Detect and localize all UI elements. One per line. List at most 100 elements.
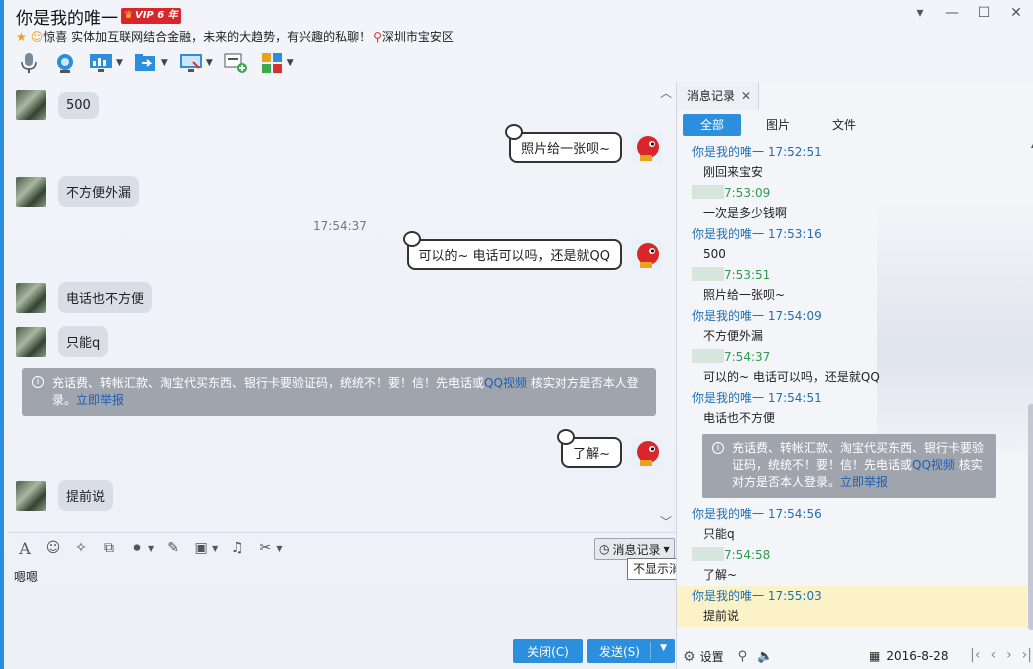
edit-icon[interactable]: ✎ [164, 539, 182, 557]
chevron-down-icon[interactable]: ▼ [161, 58, 168, 68]
record-time: 17:54:09 [767, 309, 822, 323]
music-icon[interactable]: ♫ [228, 539, 246, 557]
record-text: 了解~ [703, 568, 738, 582]
record-time: 17:53:16 [767, 227, 822, 241]
date-picker[interactable]: ▦ 2016-8-28 [869, 649, 948, 663]
message-bubble: 不方便外漏 [58, 176, 140, 207]
info-icon: i [712, 442, 724, 454]
chevron-down-icon[interactable]: ▼ [276, 544, 282, 553]
filter-files[interactable]: 文件 [815, 114, 873, 136]
gear-icon[interactable]: ⚙ [683, 649, 696, 665]
self-avatar[interactable] [632, 132, 662, 163]
video-verify-link[interactable]: QQ视频 [484, 376, 527, 390]
speaker-icon[interactable]: 🔈 [757, 649, 773, 664]
filter-images[interactable]: 图片 [749, 114, 807, 136]
self-avatar[interactable] [632, 239, 662, 270]
window-controls: ▾ — ☐ ✕ [911, 4, 1025, 22]
apps-grid-icon [259, 50, 285, 76]
webcam-icon [52, 50, 78, 76]
history-scrollbar[interactable] [1028, 140, 1033, 640]
chevron-down-icon[interactable]: ▼ [206, 58, 213, 68]
close-icon[interactable]: ✕ [741, 89, 751, 103]
report-link[interactable]: 立即举报 [76, 393, 124, 407]
record-header: 7:54:58 [677, 545, 1027, 565]
contact-avatar[interactable] [16, 282, 46, 313]
tab-message-history[interactable]: 消息记录 ✕ [677, 82, 759, 110]
emoji-icon[interactable]: ☺ [44, 539, 62, 557]
collapse-down-icon[interactable]: ﹀ [660, 513, 672, 530]
vip-badge[interactable]: ♛ VIP 6 年 [121, 8, 181, 24]
divider [650, 642, 651, 660]
maximize-icon[interactable]: ☐ [975, 4, 993, 22]
folder-arrow-icon [133, 50, 159, 76]
record-text: 提前说 [703, 609, 740, 623]
last-page-icon[interactable]: ›| [1022, 647, 1032, 663]
calendar-icon: ▦ [869, 649, 881, 663]
record-text: 刚回来宝安 [703, 165, 764, 179]
voice-message-icon[interactable]: ⏺ [128, 539, 146, 557]
record-sender: 你是我的唯一 [692, 391, 765, 405]
chevron-down-icon[interactable]: ▼ [212, 544, 218, 553]
self-avatar[interactable] [632, 437, 662, 468]
redacted-name [692, 349, 724, 363]
contact-name[interactable]: 你是我的唯一 [16, 4, 118, 29]
record-time: 17:54:51 [767, 391, 822, 405]
record-text: 一次是多少钱啊 [703, 206, 788, 220]
fraud-warning: i 充话费、转帐汇款、淘宝代买东西、银行卡要验证码，统统不！要！信！先电话或QQ… [702, 434, 996, 498]
message-bubble: 500 [58, 91, 99, 119]
record-time: 7:53:51 [724, 268, 771, 282]
font-icon[interactable]: A [16, 539, 34, 558]
remote-screen-icon [178, 50, 204, 76]
first-page-icon[interactable]: |‹ [970, 647, 980, 663]
screen-share-button[interactable]: ▼ [88, 50, 123, 76]
tab-label: 消息记录 [687, 89, 736, 103]
record-time: 17:55:03 [767, 589, 822, 603]
image-icon[interactable]: ▣ [192, 539, 210, 557]
history-panel: 消息记录 ✕ 全部 图片 文件 你是我的唯一 17:52:51 刚回来宝安 7:5… [676, 82, 1033, 669]
vip-badge-label: VIP 6 年 [134, 10, 178, 21]
contact-avatar[interactable] [16, 480, 46, 511]
video-call-button[interactable] [52, 50, 78, 76]
contact-avatar[interactable] [16, 176, 46, 207]
chevron-down-icon[interactable]: ▼ [148, 544, 154, 553]
gif-icon[interactable]: ⧉ [100, 539, 118, 557]
crown-icon: ♛ [124, 10, 133, 21]
highlighted-record: 你是我的唯一 17:55:03 提前说 [677, 586, 1027, 627]
message-area[interactable]: ︿ 500 照片给一张呗~ 不方便外漏 17:54:37 可以的~ 电话可以吗，… [8, 82, 676, 532]
message-history-button[interactable]: ◷ 消息记录 ▼ [594, 538, 675, 560]
close-icon[interactable]: ✕ [1007, 4, 1025, 22]
chevron-down-icon[interactable]: ▼ [287, 58, 294, 68]
close-button[interactable]: 关闭(C) [513, 639, 583, 663]
prev-page-icon[interactable]: ‹ [990, 647, 996, 663]
contact-avatar[interactable] [16, 326, 46, 357]
remote-desktop-button[interactable]: ▼ [178, 50, 213, 76]
send-button[interactable]: 发送(S) ▼ [587, 639, 675, 663]
menu-dropdown-icon[interactable]: ▾ [911, 4, 929, 22]
chevron-down-icon[interactable]: ▼ [116, 58, 123, 68]
report-link[interactable]: 立即举报 [840, 475, 888, 489]
shake-icon[interactable]: ✧ [72, 539, 90, 557]
record-sender: 你是我的唯一 [692, 227, 765, 241]
scissors-icon[interactable]: ✂ [256, 539, 274, 557]
voice-call-button[interactable] [16, 50, 42, 76]
message-bubble: 了解~ [557, 429, 622, 468]
contact-avatar[interactable] [16, 90, 46, 120]
scrollbar-thumb[interactable] [1028, 404, 1033, 630]
filter-all[interactable]: 全部 [683, 114, 741, 136]
record-text: 不方便外漏 [703, 329, 764, 343]
settings-label[interactable]: 设置 [700, 648, 724, 665]
next-page-icon[interactable]: › [1006, 647, 1012, 663]
history-records[interactable]: 你是我的唯一 17:52:51 刚回来宝安 7:53:09 一次是多少钱啊 你是… [677, 142, 1027, 627]
chevron-down-icon[interactable]: ▼ [660, 643, 667, 653]
video-verify-link[interactable]: QQ视频 [912, 458, 955, 472]
apps-button[interactable]: ▼ [259, 50, 294, 76]
search-icon[interactable]: ⚲ [738, 649, 748, 664]
collapse-up-icon[interactable]: ︿ [660, 84, 672, 101]
message-bubble: 只能q [58, 326, 109, 357]
message-input[interactable]: 嗯嗯 [14, 568, 38, 585]
record-sender: 你是我的唯一 [692, 309, 765, 323]
status-text: 惊喜 实体加互联网结合金融，未来的大趋势，有兴趣的私聊！ [43, 30, 372, 44]
minimize-icon[interactable]: — [943, 4, 961, 22]
file-transfer-button[interactable]: ▼ [133, 50, 168, 76]
new-discussion-button[interactable] [223, 50, 249, 76]
